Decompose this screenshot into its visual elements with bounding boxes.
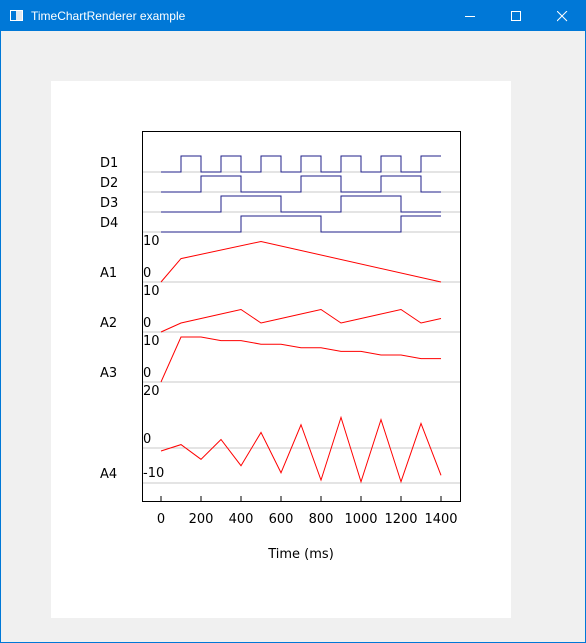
x-tick-label: 400 bbox=[229, 512, 254, 527]
x-tick-label: 1000 bbox=[344, 512, 377, 527]
x-tick-label: 200 bbox=[189, 512, 214, 527]
y-tick-label-a2: 10 bbox=[143, 284, 160, 299]
analog-signal-a1 bbox=[160, 240, 442, 283]
minimize-button[interactable] bbox=[447, 1, 493, 31]
signal-label-d2: D2 bbox=[100, 176, 118, 191]
y-tick-label-a3: 0 bbox=[143, 366, 151, 381]
signal-label-a4: A4 bbox=[100, 467, 117, 482]
maximize-button[interactable] bbox=[493, 1, 539, 31]
y-tick-label-a1: 10 bbox=[143, 234, 160, 249]
x-tick-label: 800 bbox=[309, 512, 334, 527]
time-chart: D1D2D3D4A1100A2100A3100A4200-100 200 400 60… bbox=[100, 131, 461, 562]
minimize-icon bbox=[465, 16, 475, 17]
analog-signal-a4 bbox=[160, 415, 442, 484]
y-tick-label-a2: 0 bbox=[143, 316, 151, 331]
digital-signal-d4 bbox=[161, 215, 441, 233]
window-title: TimeChartRenderer example bbox=[31, 9, 186, 23]
maximize-icon bbox=[511, 11, 521, 21]
y-tick-label-a4: 0 bbox=[143, 432, 151, 447]
y-tick-label-a1: 0 bbox=[143, 266, 151, 281]
close-button[interactable] bbox=[539, 1, 585, 31]
chart-canvas: D1 D2 D3 D4 A1 10 0 A2 10 0 A3 10 0 A4 20 0 -10 0 200 400 60… bbox=[51, 81, 511, 618]
close-icon bbox=[557, 11, 568, 22]
y-tick-label-a4: -10 bbox=[143, 466, 164, 481]
digital-signal-d3 bbox=[161, 195, 441, 213]
analog-signal-a2 bbox=[160, 308, 442, 333]
analog-signal-a3 bbox=[160, 336, 441, 383]
app-window: TimeChartRenderer example D1 D2 D3 D4 A1 10 0 A… bbox=[0, 0, 586, 643]
signal-label-d4: D4 bbox=[100, 216, 118, 231]
signal-label-a3: A3 bbox=[100, 366, 117, 381]
digital-signal-d2 bbox=[161, 175, 441, 193]
signal-label-a1: A1 bbox=[100, 266, 117, 281]
x-axis-title: Time (ms) bbox=[267, 547, 334, 562]
y-tick-label-a3: 10 bbox=[143, 334, 160, 349]
client-area: D1 D2 D3 D4 A1 10 0 A2 10 0 A3 10 0 A4 20 0 -10 0 200 400 60… bbox=[1, 31, 585, 642]
signal-label-d1: D1 bbox=[100, 156, 118, 171]
digital-signal-d1 bbox=[161, 155, 441, 173]
signal-label-a2: A2 bbox=[100, 316, 117, 331]
x-tick-label: 0 bbox=[157, 512, 165, 527]
x-tick-label: 1400 bbox=[424, 512, 457, 527]
y-tick-label-a4: 20 bbox=[143, 384, 160, 399]
x-tick-label: 1200 bbox=[384, 512, 417, 527]
title-bar[interactable]: TimeChartRenderer example bbox=[1, 1, 585, 31]
x-tick-label: 600 bbox=[269, 512, 294, 527]
signal-label-d3: D3 bbox=[100, 196, 118, 211]
app-window-icon[interactable] bbox=[10, 10, 23, 21]
